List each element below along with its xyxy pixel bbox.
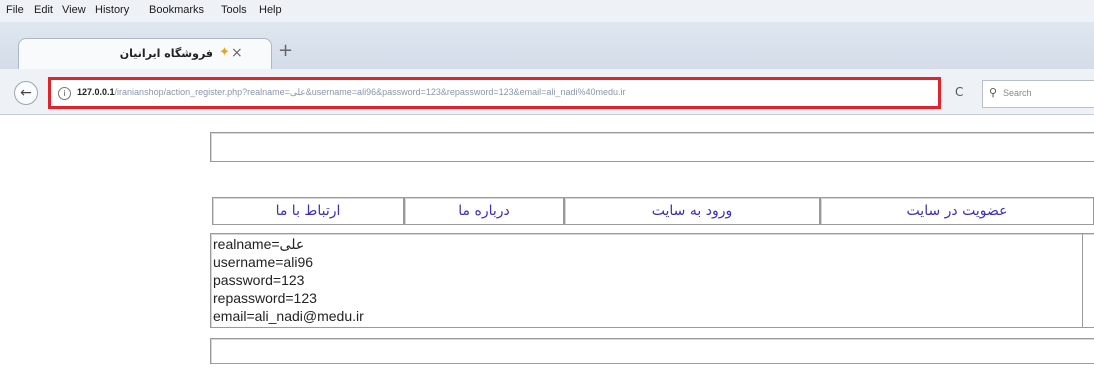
search-box[interactable]: ⚲ Search xyxy=(982,80,1094,108)
new-tab-button[interactable]: + xyxy=(278,40,293,61)
menu-history[interactable]: History xyxy=(95,4,129,16)
info-icon[interactable]: i xyxy=(58,87,71,100)
result-realname: realname=علی xyxy=(213,236,305,252)
result-repassword: repassword=123 xyxy=(213,290,317,306)
result-password: password=123 xyxy=(213,272,305,288)
back-arrow-icon[interactable]: ← xyxy=(14,81,38,105)
result-side-divider xyxy=(1082,233,1094,328)
url-path: /iranianshop/action_register.php?realnam… xyxy=(114,87,626,97)
tab-title: فروشگاه ایرانیان xyxy=(119,47,213,60)
nav-register[interactable]: عضویت در سایت xyxy=(820,197,1094,225)
menu-view[interactable]: View xyxy=(62,4,86,16)
navigation-bar: ← i 127.0.0.1/iranianshop/action_registe… xyxy=(0,69,1094,115)
result-username: username=ali96 xyxy=(213,254,314,270)
search-placeholder: Search xyxy=(1003,88,1032,98)
tab-active[interactable]: فروشگاه ایرانیان ✦ × xyxy=(18,38,272,70)
header-box xyxy=(210,132,1094,162)
tab-strip: فروشگاه ایرانیان ✦ × + xyxy=(0,22,1094,70)
address-bar[interactable]: i 127.0.0.1/iranianshop/action_register.… xyxy=(48,77,941,109)
result-email: email=ali_nadi@medu.ir xyxy=(213,308,364,324)
nav-contact[interactable]: ارتباط با ما xyxy=(212,197,404,225)
reload-icon[interactable]: C xyxy=(955,85,963,99)
url-host: 127.0.0.1 xyxy=(77,87,115,97)
tab-close-icon[interactable]: × xyxy=(231,45,243,61)
result-panel: realname=علی username=ali96 password=123… xyxy=(210,233,1094,328)
nav-about[interactable]: درباره ما xyxy=(404,197,564,225)
nav-login[interactable]: ورود به سایت xyxy=(564,197,820,225)
search-icon: ⚲ xyxy=(989,86,998,99)
menu-bookmarks[interactable]: Bookmarks xyxy=(149,4,204,16)
menu-help[interactable]: Help xyxy=(259,4,282,16)
menu-tools[interactable]: Tools xyxy=(221,4,247,16)
menu-edit[interactable]: Edit xyxy=(34,4,53,16)
footer-box xyxy=(210,338,1094,364)
url-text: 127.0.0.1/iranianshop/action_register.ph… xyxy=(77,87,625,98)
menu-bar: File Edit View History Bookmarks Tools H… xyxy=(0,0,1094,22)
menu-file[interactable]: File xyxy=(6,4,24,16)
